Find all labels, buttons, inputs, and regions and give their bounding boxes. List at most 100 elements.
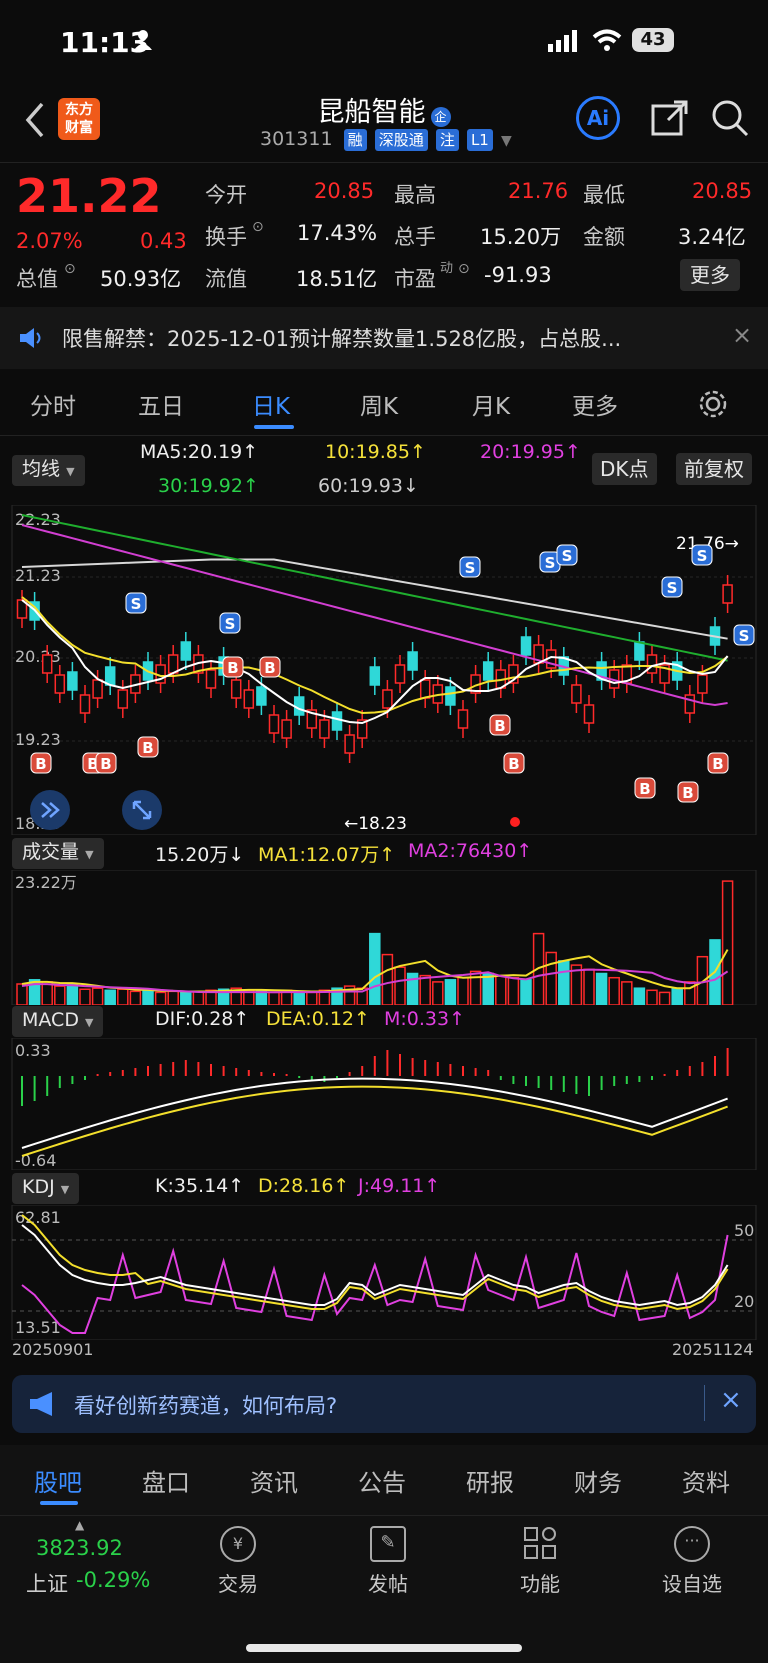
volume-bar	[104, 989, 116, 1005]
candlestick-chart[interactable]: 22.23 21.23 20.23 19.23 18.23 21.76→ ←18…	[0, 505, 768, 835]
person-icon	[132, 28, 154, 50]
ma10-value: 10:19.85↑	[325, 441, 426, 463]
volume-bar	[482, 972, 494, 1005]
tag-connect: 深股通	[374, 129, 428, 151]
signal-label: B	[227, 659, 238, 677]
notice-bar[interactable]: 限售解禁：2025-12-01预计解禁数量1.528亿股，占总股... ×	[0, 307, 768, 369]
candle-body	[445, 686, 456, 706]
volume-bar	[721, 880, 734, 1005]
tab-research[interactable]: 研报	[466, 1463, 514, 1498]
tab-announcements[interactable]: 公告	[358, 1463, 406, 1498]
signal-label: S	[562, 547, 573, 565]
candle-body	[369, 666, 381, 686]
candle-body	[457, 709, 469, 729]
tab-profile[interactable]: 资料	[682, 1463, 730, 1498]
tab-weekly[interactable]: 周K	[360, 387, 398, 421]
ad-banner[interactable]: 看好创新药赛道，如何布局? ×	[12, 1375, 756, 1433]
kdj-selector[interactable]: KDJ ▼	[12, 1173, 80, 1204]
amount-value: 3.24亿	[678, 225, 746, 249]
close-icon[interactable]: ×	[720, 1385, 742, 1415]
stock-header: 东方 财富 昆船智能 企 301311 融 深股通 注 L1 ▼ Ai	[0, 90, 768, 162]
nav-watchlist-label: 设自选	[662, 1572, 722, 1596]
bottom-nav: ▲ 3823.92 上证 -0.29% ¥ 交易 ✎ 发帖 功能 ··· 设自选	[0, 1515, 768, 1663]
volume-bar	[306, 991, 318, 1005]
gear-icon[interactable]	[698, 389, 728, 423]
ai-button[interactable]: Ai	[576, 96, 620, 140]
info-icon[interactable]: ⊙	[64, 261, 76, 277]
price-axis-mid3: 19.23	[15, 730, 61, 749]
expand-icon[interactable]	[30, 790, 70, 830]
signal-label: S	[667, 579, 678, 597]
high-label: 最高	[394, 183, 436, 207]
volume-today: 15.20万↓	[155, 844, 245, 866]
nav-post[interactable]: ✎ 发帖	[348, 1526, 428, 1597]
volume-bar	[129, 990, 142, 1005]
tab-daily[interactable]: 日K	[252, 387, 290, 421]
tab-five-day[interactable]: 五日	[138, 387, 184, 421]
quote-panel: 21.22 2.07% 0.43 今开 20.85 最高 21.76 最低 20…	[0, 162, 768, 308]
volume-chart: 23.22万	[11, 870, 757, 1005]
volume-axis-top: 23.22万	[15, 873, 77, 892]
tab-news[interactable]: 资讯	[250, 1463, 298, 1498]
stock-name: 昆船智能	[317, 97, 426, 128]
candle-body	[117, 689, 129, 709]
kdj-chart: 62.81 13.51 50 20	[11, 1205, 757, 1340]
info-icon[interactable]: ⊙	[252, 219, 264, 235]
nav-trade-label: 交易	[218, 1572, 258, 1596]
chevron-down-icon[interactable]: ▼	[501, 133, 512, 149]
search-icon[interactable]	[710, 98, 750, 142]
candle-body	[571, 684, 582, 704]
tab-monthly[interactable]: 月K	[472, 387, 510, 421]
candle-body	[41, 654, 53, 674]
info-icon[interactable]: ⊙	[458, 261, 470, 277]
price-axis-top: 22.23	[15, 510, 61, 529]
candle-body	[331, 711, 343, 731]
fullscreen-icon[interactable]	[122, 790, 162, 830]
candle-body	[268, 714, 280, 734]
volume-selector[interactable]: 成交量 ▼	[12, 838, 104, 869]
tab-more[interactable]: 更多	[572, 387, 618, 421]
index-value[interactable]: 3823.92	[36, 1536, 123, 1560]
more-button[interactable]: 更多	[680, 259, 740, 291]
tab-finance[interactable]: 财务	[574, 1463, 622, 1498]
macd-m: M:0.33↑	[384, 1008, 466, 1030]
tab-forum[interactable]: 股吧	[34, 1463, 82, 1498]
dk-point-button[interactable]: DK点	[592, 453, 657, 485]
indicator-selector[interactable]: 均线 ▼	[12, 455, 85, 486]
candle-body	[583, 704, 595, 724]
volume-bar	[255, 990, 268, 1005]
ma30-line	[21, 514, 728, 662]
candle-body	[482, 661, 494, 681]
pe-label: 市盈	[394, 267, 436, 291]
nav-functions[interactable]: 功能	[500, 1526, 580, 1597]
adjust-button[interactable]: 前复权	[676, 453, 752, 485]
volume-bar	[558, 960, 570, 1005]
volume-bar	[432, 981, 444, 1005]
volume-bar	[608, 976, 620, 1005]
turnover-value: 17.43%	[297, 221, 378, 245]
price-axis-mid2: 20.23	[15, 647, 61, 666]
nav-watchlist[interactable]: ··· 设自选	[652, 1526, 732, 1597]
dif-line	[21, 1077, 728, 1149]
tab-orderbook[interactable]: 盘口	[142, 1463, 190, 1498]
nav-trade[interactable]: ¥ 交易	[198, 1526, 278, 1597]
open-label: 今开	[205, 183, 247, 207]
volume-bar	[381, 953, 394, 1005]
ad-text: 看好创新药赛道，如何布局?	[74, 1394, 338, 1418]
battery-icon: 43	[632, 28, 674, 52]
share-icon[interactable]	[650, 98, 690, 142]
close-icon[interactable]: ×	[732, 321, 752, 349]
signal-label: B	[639, 780, 650, 798]
price-axis-mid1: 21.23	[15, 566, 61, 585]
high-value: 21.76	[508, 179, 569, 203]
signal-label: B	[494, 717, 505, 735]
macd-selector[interactable]: MACD ▼	[12, 1006, 104, 1037]
tab-intraday[interactable]: 分时	[30, 387, 76, 421]
candle-body	[79, 694, 91, 714]
signal-label: S	[131, 595, 142, 613]
float-label: 流值	[205, 267, 247, 291]
signal-label: S	[465, 559, 476, 577]
candle-body	[54, 674, 66, 694]
candle-body	[419, 679, 431, 699]
kdj-ref-high: 50	[734, 1221, 754, 1240]
